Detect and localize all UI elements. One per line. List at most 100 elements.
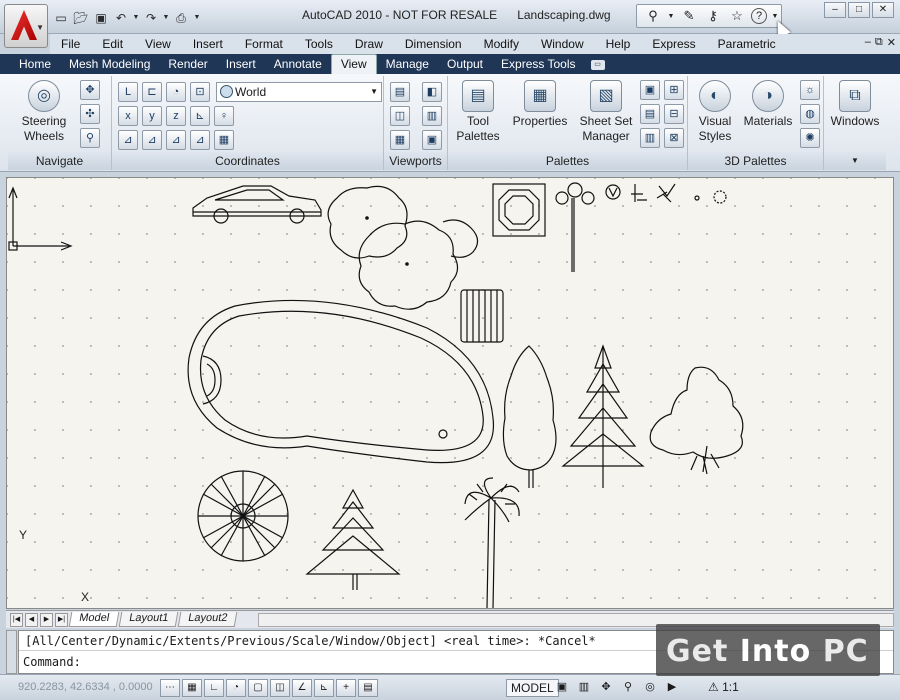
dbconnect-icon[interactable]: ⊟: [664, 104, 684, 124]
star-icon[interactable]: ☆: [727, 8, 747, 24]
shrub-cluster-block[interactable]: [327, 185, 479, 310]
menu-tools[interactable]: Tools: [294, 37, 344, 51]
qat-dropdown-icon[interactable]: ▼: [192, 9, 202, 27]
sun-icon[interactable]: ✺: [800, 128, 820, 148]
named-viewports-icon[interactable]: ◧: [422, 82, 442, 102]
menu-window[interactable]: Window: [530, 37, 595, 51]
join-viewports-icon[interactable]: ◫: [390, 106, 410, 126]
sheet-set-manager-button[interactable]: ▧ Sheet Set Manager: [576, 80, 636, 144]
tree-plan-circle-block[interactable]: [197, 470, 289, 562]
menu-format[interactable]: Format: [234, 37, 294, 51]
prev-layout-icon[interactable]: ◀: [25, 612, 38, 627]
render-icon[interactable]: ◍: [800, 104, 820, 124]
visual-styles-button[interactable]: ◐ Visual Styles: [692, 80, 738, 144]
small-symbols-group[interactable]: [605, 183, 727, 204]
application-menu-button[interactable]: ▼: [4, 4, 48, 48]
search-dropdown-icon[interactable]: ▼: [667, 13, 675, 20]
grid-toggle-icon[interactable]: ▦: [182, 679, 202, 697]
ucs-3point-icon[interactable]: ⊿: [118, 130, 138, 150]
poplar-tree-block[interactable]: [502, 345, 557, 488]
minimize-button[interactable]: –: [824, 2, 846, 18]
tool-palettes-button[interactable]: ▤ Tool Palettes: [452, 80, 504, 144]
ucs-select[interactable]: World ▼: [216, 82, 382, 102]
deciduous-tree-block[interactable]: [649, 366, 744, 475]
car-block[interactable]: [192, 185, 322, 224]
command-window-handle[interactable]: [6, 630, 17, 674]
annotation-scale[interactable]: ⚠ 1:1: [708, 680, 739, 694]
windows-button[interactable]: ⧉ Windows: [826, 80, 884, 129]
plot-icon[interactable]: ⎙: [172, 9, 190, 27]
swimming-pool-block[interactable]: [187, 299, 495, 464]
street-lamp-block[interactable]: [555, 182, 595, 272]
clip-viewport-icon[interactable]: ▦: [390, 130, 410, 150]
ucs-z-icon[interactable]: z: [166, 106, 186, 126]
menu-insert[interactable]: Insert: [182, 37, 234, 51]
steering-wheels-button[interactable]: ◎ Steering Wheels: [14, 80, 74, 144]
menu-help[interactable]: Help: [595, 37, 642, 51]
zoom-status-icon[interactable]: ⚲: [618, 679, 638, 697]
menu-edit[interactable]: Edit: [91, 37, 134, 51]
tab-manage[interactable]: Manage: [377, 55, 438, 74]
snap-toggle-icon[interactable]: ⋯: [160, 679, 180, 697]
ortho-toggle-icon[interactable]: ∟: [204, 679, 224, 697]
save-icon[interactable]: ▣: [92, 9, 110, 27]
tab-render[interactable]: Render: [159, 55, 216, 74]
model-space-button[interactable]: MODEL: [506, 679, 559, 697]
bench-block[interactable]: [460, 289, 504, 343]
pine-tree-block[interactable]: [561, 344, 645, 488]
layout-tab-layout2[interactable]: Layout2: [177, 612, 238, 627]
3dosnap-toggle-icon[interactable]: ◫: [270, 679, 290, 697]
osnap-toggle-icon[interactable]: ▢: [248, 679, 268, 697]
ucs-object-icon[interactable]: ⊿: [142, 130, 162, 150]
ucs-previous-icon[interactable]: ◔: [166, 82, 186, 102]
pan-icon[interactable]: ✥: [80, 80, 100, 100]
command-line-icon[interactable]: ▥: [640, 128, 660, 148]
menu-view[interactable]: View: [134, 37, 182, 51]
doc-minimize-button[interactable]: –: [865, 36, 871, 49]
viewport-config-icon[interactable]: ▤: [390, 82, 410, 102]
ducs-toggle-icon[interactable]: ⊾: [314, 679, 334, 697]
dyn-toggle-icon[interactable]: +: [336, 679, 356, 697]
layout-tab-model[interactable]: Model: [68, 612, 120, 627]
tab-view[interactable]: View: [330, 54, 377, 74]
close-button[interactable]: ✕: [872, 2, 894, 18]
doc-restore-button[interactable]: ⧉: [875, 36, 883, 49]
tab-annotate[interactable]: Annotate: [265, 55, 331, 74]
layout-tab-layout1[interactable]: Layout1: [118, 612, 179, 627]
last-layout-icon[interactable]: ▶|: [55, 612, 68, 627]
help-dropdown-icon[interactable]: ▼: [771, 13, 779, 20]
wrench-icon[interactable]: ✎: [679, 8, 699, 24]
menu-draw[interactable]: Draw: [344, 37, 394, 51]
ucs-icon[interactable]: L: [118, 82, 138, 102]
quickcalc-icon[interactable]: ▤: [640, 104, 660, 124]
restore-viewports-icon[interactable]: ▥: [422, 106, 442, 126]
undo-dropdown-icon[interactable]: ▼: [132, 9, 140, 27]
redo-dropdown-icon[interactable]: ▼: [162, 9, 170, 27]
redo-icon[interactable]: ↷: [142, 9, 160, 27]
menu-modify[interactable]: Modify: [473, 37, 530, 51]
binoculars-icon[interactable]: ⚲: [643, 8, 663, 24]
octagon-planter-block[interactable]: [492, 183, 546, 237]
polar-toggle-icon[interactable]: ◔: [226, 679, 246, 697]
ucs-view-icon[interactable]: ⊿: [166, 130, 186, 150]
tab-mesh-modeling[interactable]: Mesh Modeling: [60, 55, 159, 74]
first-layout-icon[interactable]: |◀: [10, 612, 23, 627]
help-icon[interactable]: ?: [751, 8, 767, 24]
steering-wheel-status-icon[interactable]: ◎: [640, 679, 660, 697]
pan-status-icon[interactable]: ✥: [596, 679, 616, 697]
quick-view-drawings-icon[interactable]: ▥: [574, 679, 594, 697]
tab-express-tools[interactable]: Express Tools: [492, 55, 584, 74]
markup-icon[interactable]: ⊞: [664, 80, 684, 100]
menu-express[interactable]: Express: [641, 37, 706, 51]
tab-home[interactable]: Home: [10, 55, 60, 74]
layer-palette-icon[interactable]: ⊠: [664, 128, 684, 148]
next-layout-icon[interactable]: ▶: [40, 612, 53, 627]
tab-insert[interactable]: Insert: [217, 55, 265, 74]
undo-icon[interactable]: ↶: [112, 9, 130, 27]
zoom-icon[interactable]: ⚲: [80, 128, 100, 148]
palm-tree-block[interactable]: [464, 477, 520, 609]
properties-button[interactable]: ▦ Properties: [510, 80, 570, 129]
drawing-canvas[interactable]: Y X: [6, 177, 894, 609]
ucs-named-icon[interactable]: ♀: [214, 106, 234, 126]
windows-expand-icon[interactable]: ▼: [824, 152, 886, 170]
